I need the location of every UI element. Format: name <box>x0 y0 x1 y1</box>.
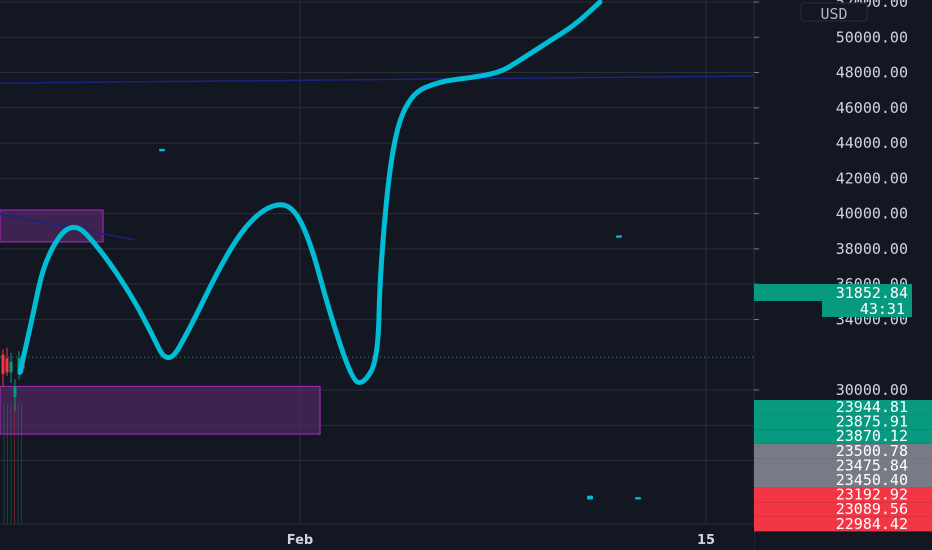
time-tick-label: 15 <box>697 533 715 548</box>
marker-dot <box>635 497 641 500</box>
time-axis-bg <box>0 524 754 550</box>
price-badge-value: 22984.42 <box>836 515 908 533</box>
countdown-value: 43:31 <box>860 300 905 318</box>
price-tick-label: 38000.00 <box>836 240 908 258</box>
price-tick-label: 40000.00 <box>836 205 908 223</box>
candle-body <box>13 386 17 398</box>
candle-body <box>5 358 9 373</box>
price-chart[interactable]: 52000.0050000.0048000.0046000.0044000.00… <box>0 0 932 550</box>
currency-label[interactable]: USD <box>820 5 847 23</box>
candle-body <box>9 361 13 373</box>
price-scale[interactable]: 52000.0050000.0048000.0046000.0044000.00… <box>753 0 932 550</box>
price-tick-label: 42000.00 <box>836 169 908 187</box>
candle-body <box>1 354 5 375</box>
price-tick-label: 48000.00 <box>836 64 908 82</box>
zone-rect <box>0 385 321 435</box>
price-tick-label: 30000.00 <box>836 381 908 399</box>
price-tick-label: 50000.00 <box>836 28 908 46</box>
marker-dot <box>587 497 593 500</box>
marker-dot <box>159 148 165 152</box>
time-tick-label: Feb <box>287 533 313 548</box>
time-axis[interactable]: Feb 15 <box>0 523 754 550</box>
price-tick-label: 46000.00 <box>836 99 908 117</box>
marker-dot <box>616 235 622 238</box>
price-tick-label: 44000.00 <box>836 134 908 152</box>
